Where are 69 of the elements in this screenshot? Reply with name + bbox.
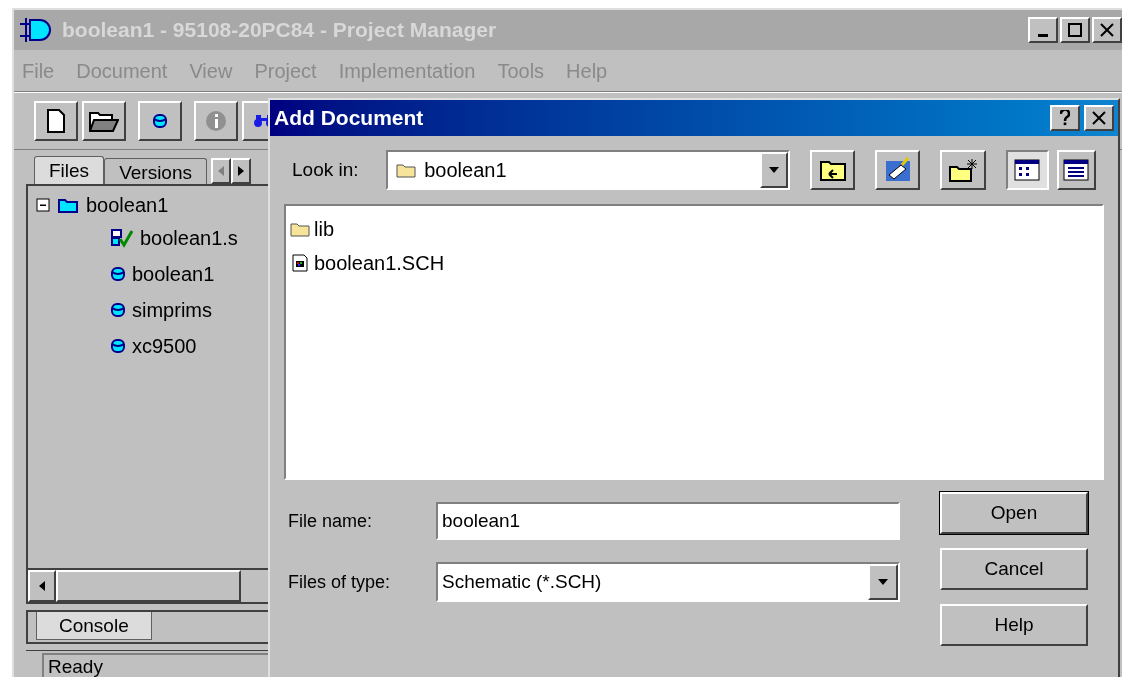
new-folder-button[interactable]	[940, 150, 986, 190]
cylinder-icon	[110, 301, 126, 319]
scroll-left-button[interactable]	[28, 570, 56, 602]
dropdown-value: boolean1	[424, 158, 507, 183]
up-folder-icon	[818, 158, 847, 182]
collapse-icon[interactable]	[36, 198, 50, 212]
minimize-icon	[1038, 34, 1048, 37]
details-view-icon	[1063, 159, 1090, 181]
list-view-button[interactable]	[1005, 150, 1049, 190]
folder-icon	[396, 162, 417, 178]
tree-label[interactable]: boolean1	[86, 190, 169, 220]
schematic-icon	[290, 254, 310, 272]
right-arrow-icon	[238, 166, 244, 176]
panel-tab[interactable]: Versions	[104, 158, 207, 184]
open-folder-button[interactable]	[82, 101, 126, 141]
minimize-button[interactable]	[1028, 17, 1058, 43]
dropdown-value: Schematic (*.SCH)	[442, 569, 602, 594]
pencil-drive-icon	[883, 157, 912, 183]
dialog-title: Add Document	[274, 105, 424, 132]
left-arrow-icon	[218, 166, 224, 176]
info-icon	[204, 109, 228, 133]
question-icon	[1060, 110, 1070, 126]
panel-tab[interactable]: Files	[34, 156, 105, 184]
caret-icon	[878, 579, 888, 585]
cylinder-icon	[110, 337, 126, 355]
desktop-button[interactable]	[875, 150, 921, 190]
look-in-label: Look in:	[292, 157, 360, 182]
maximize-icon	[1068, 23, 1082, 37]
schematic-check-icon	[110, 228, 134, 248]
app-icon	[18, 16, 54, 44]
file-name-field[interactable]: boolean1	[436, 502, 900, 540]
file-type-dropdown[interactable]: Schematic (*.SCH)	[436, 562, 900, 602]
file-type-label: Files of type:	[288, 570, 392, 594]
open-folder-icon	[89, 110, 119, 132]
page-icon	[47, 109, 65, 133]
close-icon	[1092, 111, 1106, 125]
details-view-button[interactable]	[1056, 150, 1096, 190]
cylinder-icon	[110, 265, 126, 283]
tree-label[interactable]: simprims	[132, 295, 212, 325]
folder-icon	[290, 221, 310, 237]
new-folder-icon	[947, 157, 978, 183]
dialog-button[interactable]: Help	[940, 604, 1088, 646]
up-folder-button[interactable]	[810, 150, 856, 190]
close-icon	[1100, 23, 1114, 37]
maximize-button[interactable]	[1060, 17, 1090, 43]
directory-entry[interactable]: lib	[314, 214, 334, 244]
tree-label[interactable]: boolean1	[132, 259, 215, 289]
file-name-label: File name:	[288, 509, 374, 533]
tree-label[interactable]: boolean1.s	[140, 223, 238, 253]
folder-icon	[58, 197, 78, 213]
scrollbar-thumb[interactable]	[56, 570, 241, 602]
scroll-left-button[interactable]	[211, 158, 231, 184]
list-view-icon	[1014, 159, 1041, 181]
directory-entry[interactable]: boolean1.SCH	[314, 248, 445, 278]
new-file-button[interactable]	[34, 101, 78, 141]
caret-icon	[769, 167, 780, 173]
scroll-right-button[interactable]	[231, 158, 251, 184]
close-button[interactable]	[1084, 105, 1114, 131]
cylinder-icon	[152, 112, 168, 130]
close-button[interactable]	[1092, 17, 1122, 43]
help-button[interactable]	[1050, 105, 1080, 131]
left-arrow-icon	[39, 581, 45, 591]
dialog-button[interactable]: Open	[940, 492, 1088, 534]
look-in-dropdown[interactable]: boolean1	[386, 150, 791, 190]
library-button[interactable]	[138, 101, 182, 141]
console-tab[interactable]: Console	[36, 612, 152, 640]
dialog-button[interactable]: Cancel	[940, 548, 1088, 590]
tree-label[interactable]: xc9500	[132, 331, 197, 361]
info-button[interactable]	[194, 101, 238, 141]
